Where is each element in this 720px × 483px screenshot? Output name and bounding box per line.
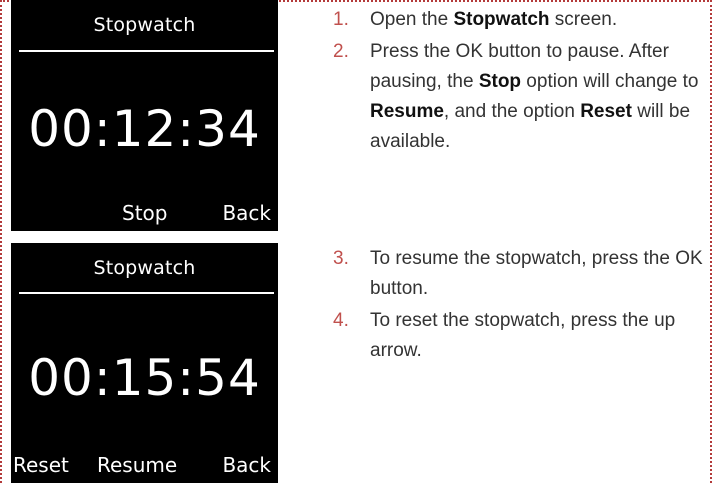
back-softkey[interactable]: Back xyxy=(222,201,271,225)
step-keyword: Stop xyxy=(478,71,522,92)
resume-softkey[interactable]: Resume xyxy=(97,453,177,477)
screen-title: Stopwatch xyxy=(93,14,196,36)
step-keyword: Resume xyxy=(370,101,444,122)
step-text: To resume the stopwatch, press the OK bu… xyxy=(370,248,703,299)
step-number: 1. xyxy=(333,9,349,30)
title-divider xyxy=(19,50,274,52)
step-text: option will change to xyxy=(521,71,699,92)
stopwatch-screen-running: Stopwatch 00:12:34 Stop Back xyxy=(11,0,278,231)
step-1: 1. Open the Stopwatch screen. xyxy=(333,5,703,35)
step-4: 4. To reset the stopwatch, press the up a… xyxy=(333,306,703,366)
step-text: To reset the stopwatch, press the up arr… xyxy=(370,310,676,361)
step-text: , and the option xyxy=(443,101,581,122)
instruction-list-top: 1. Open the Stopwatch screen. 2. Press the… xyxy=(333,5,703,159)
step-text: Open the xyxy=(370,9,454,30)
screen-title: Stopwatch xyxy=(93,257,196,279)
step-3: 3. To resume the stopwatch, press the OK … xyxy=(333,244,703,304)
step-2: 2. Press the OK button to pause. After pa… xyxy=(333,37,703,157)
back-softkey[interactable]: Back xyxy=(222,453,271,477)
elapsed-time-display: 00:12:34 xyxy=(28,100,261,158)
step-text: screen. xyxy=(549,9,618,30)
stopwatch-screen-paused: Stopwatch 00:15:54 Reset Resume Back xyxy=(11,243,278,483)
step-number: 3. xyxy=(333,248,349,269)
elapsed-time-display: 00:15:54 xyxy=(28,349,261,407)
step-number: 4. xyxy=(333,310,349,331)
instruction-list-bottom: 3. To resume the stopwatch, press the OK … xyxy=(333,244,703,368)
step-keyword: Stopwatch xyxy=(453,9,550,30)
step-keyword: Reset xyxy=(580,101,632,122)
title-divider xyxy=(19,292,274,294)
reset-softkey[interactable]: Reset xyxy=(13,453,69,477)
stop-softkey[interactable]: Stop xyxy=(122,201,167,225)
step-number: 2. xyxy=(333,41,349,62)
